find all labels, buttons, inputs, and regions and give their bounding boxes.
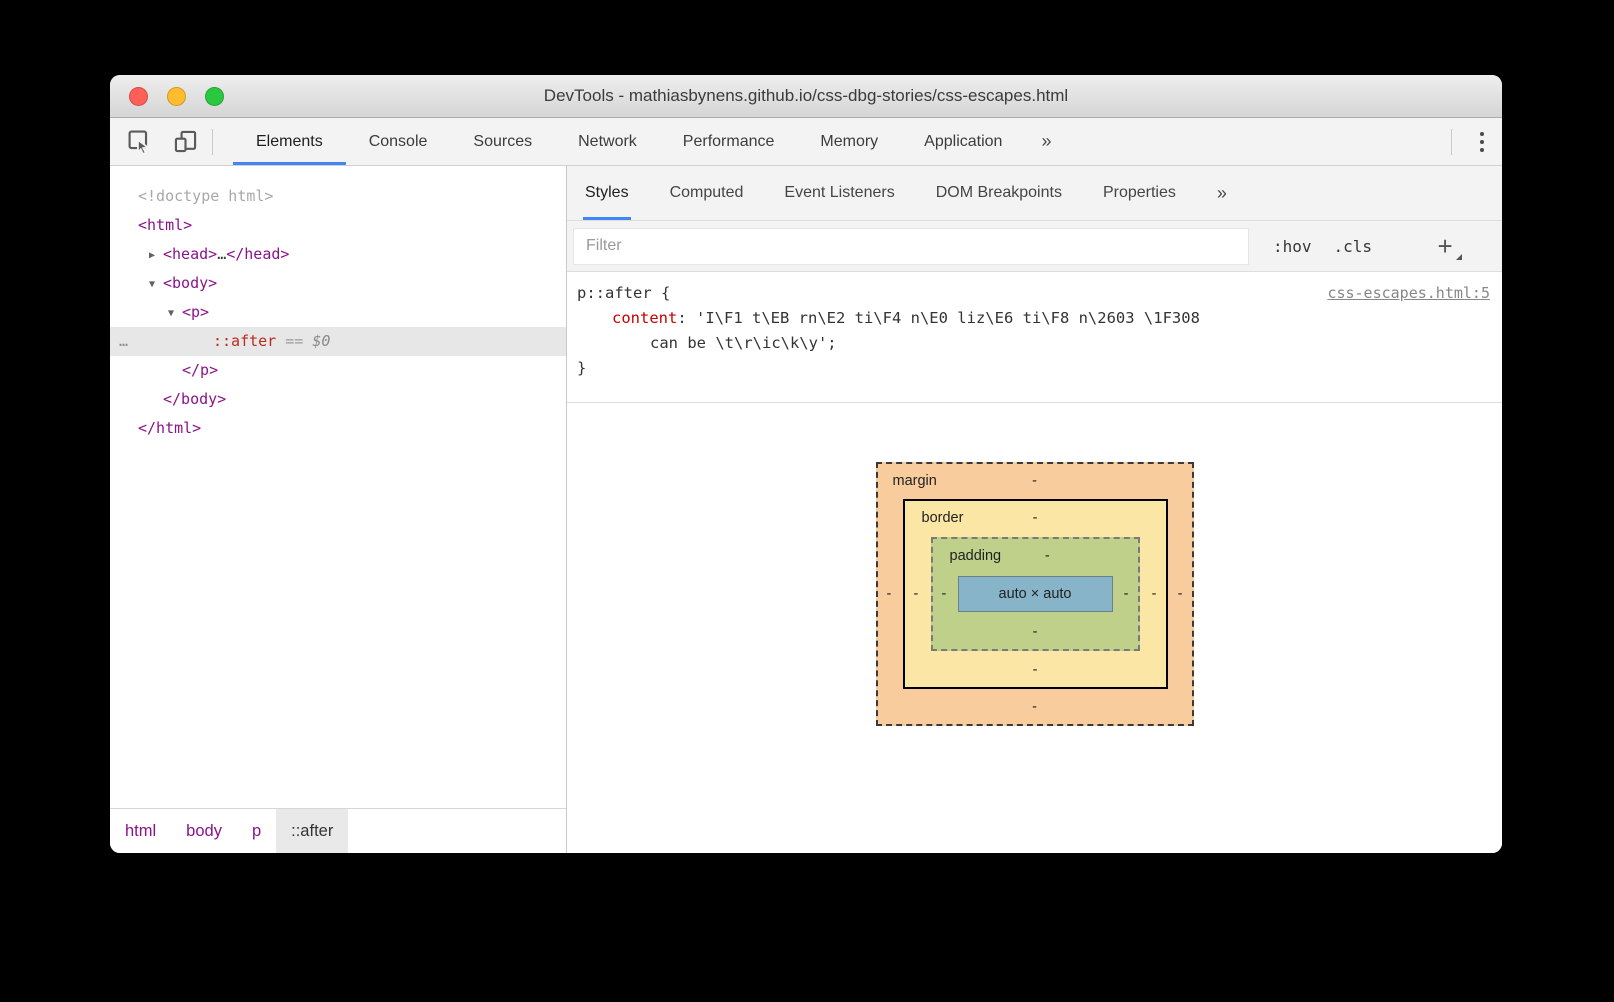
- tab-application[interactable]: Application: [901, 118, 1025, 165]
- zoom-window-button[interactable]: [205, 86, 224, 106]
- box-model-margin[interactable]: margin - - - - border - - - - padding - …: [875, 462, 1194, 726]
- close-window-button[interactable]: [129, 86, 148, 106]
- border-label: border: [921, 510, 964, 526]
- css-rule-p-after[interactable]: css-escapes.html:5 p::after { content: '…: [567, 272, 1502, 403]
- dom-tree: <!doctype html> <html> ▶ <head>…</head> ▼…: [110, 166, 566, 808]
- styles-filter-input[interactable]: [573, 227, 1249, 265]
- new-style-rule-button[interactable]: +: [1430, 231, 1463, 261]
- box-model-padding[interactable]: padding - - - - auto × auto: [930, 537, 1140, 651]
- tab-computed[interactable]: Computed: [668, 166, 746, 220]
- property-name: content: [612, 309, 678, 327]
- tree-row-doctype[interactable]: <!doctype html>: [110, 182, 566, 211]
- border-left-value[interactable]: -: [914, 586, 919, 602]
- breadcrumb-body[interactable]: body: [171, 809, 237, 853]
- padding-right-value[interactable]: -: [1124, 586, 1129, 602]
- tab-dom-breakpoints[interactable]: DOM Breakpoints: [934, 166, 1064, 220]
- sidebar-tabs: Styles Computed Event Listeners DOM Brea…: [567, 166, 1502, 221]
- padding-top-value[interactable]: -: [1045, 548, 1050, 564]
- margin-right-value[interactable]: -: [1178, 586, 1183, 602]
- tree-row-body-close[interactable]: </body>: [110, 385, 566, 414]
- styles-filter-bar: :hov .cls +: [567, 221, 1502, 272]
- border-bottom-value[interactable]: -: [1033, 662, 1038, 678]
- breadcrumb: html body p ::after: [110, 808, 566, 853]
- property-value-line1: 'I\F1 t\EB rn\E2 ti\F4 n\E0 liz\E6 ti\F8…: [696, 309, 1200, 327]
- border-top-value[interactable]: -: [1033, 510, 1038, 526]
- tab-styles[interactable]: Styles: [583, 166, 631, 220]
- rule-declaration[interactable]: content: 'I\F1 t\EB rn\E2 ti\F4 n\E0 liz…: [577, 306, 1490, 331]
- toggle-hover-state-button[interactable]: :hov: [1273, 237, 1312, 256]
- panel-tabs: Elements Console Sources Network Perform…: [233, 118, 1067, 165]
- box-model-border[interactable]: border - - - - padding - - - - auto × au…: [902, 499, 1168, 689]
- padding-label: padding: [949, 548, 1002, 564]
- main-toolbar: Elements Console Sources Network Perform…: [110, 118, 1502, 166]
- more-sidebar-tabs-icon[interactable]: »: [1215, 166, 1229, 220]
- toolbar-right: [1441, 118, 1502, 165]
- tree-row-html-close[interactable]: </html>: [110, 414, 566, 443]
- tab-elements[interactable]: Elements: [233, 118, 346, 165]
- styles-sidebar: Styles Computed Event Listeners DOM Brea…: [567, 166, 1502, 853]
- margin-top-value[interactable]: -: [1032, 473, 1037, 489]
- breadcrumb-p[interactable]: p: [237, 809, 276, 853]
- tree-row-html-open[interactable]: <html>: [110, 211, 566, 240]
- tree-row-p-open[interactable]: ▼ <p>: [110, 298, 566, 327]
- tree-row-p-close[interactable]: </p>: [110, 356, 566, 385]
- padding-bottom-value[interactable]: -: [1033, 624, 1038, 640]
- margin-bottom-value[interactable]: -: [1032, 699, 1037, 715]
- toggle-classes-button[interactable]: .cls: [1334, 237, 1373, 256]
- toolbar-right-divider: [1451, 128, 1452, 155]
- tab-performance[interactable]: Performance: [660, 118, 798, 165]
- new-rule-dropdown-triangle-icon: [1456, 254, 1463, 260]
- chevron-down-icon[interactable]: ▼: [149, 270, 163, 299]
- chevron-right-icon[interactable]: ▶: [149, 241, 163, 270]
- tree-row-head[interactable]: ▶ <head>…</head>: [110, 240, 566, 269]
- titlebar: DevTools - mathiasbynens.github.io/css-d…: [110, 75, 1502, 118]
- minimize-window-button[interactable]: [167, 86, 186, 106]
- tab-network[interactable]: Network: [555, 118, 660, 165]
- tab-sources[interactable]: Sources: [450, 118, 555, 165]
- padding-left-value[interactable]: -: [942, 586, 947, 602]
- tree-row-body-open[interactable]: ▼ <body>: [110, 269, 566, 298]
- rule-declaration-wrap: can be \t\r\ic\k\y';: [650, 334, 837, 352]
- content-size-label: auto × auto: [998, 586, 1072, 602]
- screenshot-stage: DevTools - mathiasbynens.github.io/css-d…: [0, 0, 1614, 1002]
- devtools-content: <!doctype html> <html> ▶ <head>…</head> ▼…: [110, 166, 1502, 853]
- more-tabs-icon[interactable]: »: [1025, 118, 1067, 165]
- margin-left-value[interactable]: -: [887, 586, 892, 602]
- window-title: DevTools - mathiasbynens.github.io/css-d…: [543, 86, 1069, 105]
- stylesheet-source-link[interactable]: css-escapes.html:5: [1327, 281, 1490, 306]
- rule-close-brace: }: [577, 359, 587, 377]
- elements-panel: <!doctype html> <html> ▶ <head>…</head> ▼…: [110, 166, 567, 853]
- breadcrumb-after[interactable]: ::after: [276, 809, 349, 853]
- tree-row-after-selected[interactable]: …::after == $0: [110, 327, 566, 356]
- kebab-menu-icon[interactable]: [1462, 118, 1502, 165]
- toolbar-divider: [212, 128, 213, 155]
- tab-event-listeners[interactable]: Event Listeners: [782, 166, 896, 220]
- tab-memory[interactable]: Memory: [797, 118, 901, 165]
- inspect-element-icon[interactable]: [122, 125, 156, 159]
- overflow-dots-icon[interactable]: …: [119, 327, 129, 356]
- devtools-window: DevTools - mathiasbynens.github.io/css-d…: [110, 75, 1502, 853]
- breadcrumb-html[interactable]: html: [110, 809, 171, 853]
- toggle-device-toolbar-icon[interactable]: [168, 125, 202, 159]
- box-model-pane: margin - - - - border - - - - padding - …: [567, 403, 1502, 853]
- chevron-down-icon[interactable]: ▼: [168, 299, 182, 328]
- tab-console[interactable]: Console: [346, 118, 451, 165]
- tab-properties[interactable]: Properties: [1101, 166, 1178, 220]
- border-right-value[interactable]: -: [1152, 586, 1157, 602]
- box-model-content[interactable]: auto × auto: [957, 576, 1113, 612]
- margin-label: margin: [892, 473, 937, 489]
- traffic-lights: [129, 75, 224, 117]
